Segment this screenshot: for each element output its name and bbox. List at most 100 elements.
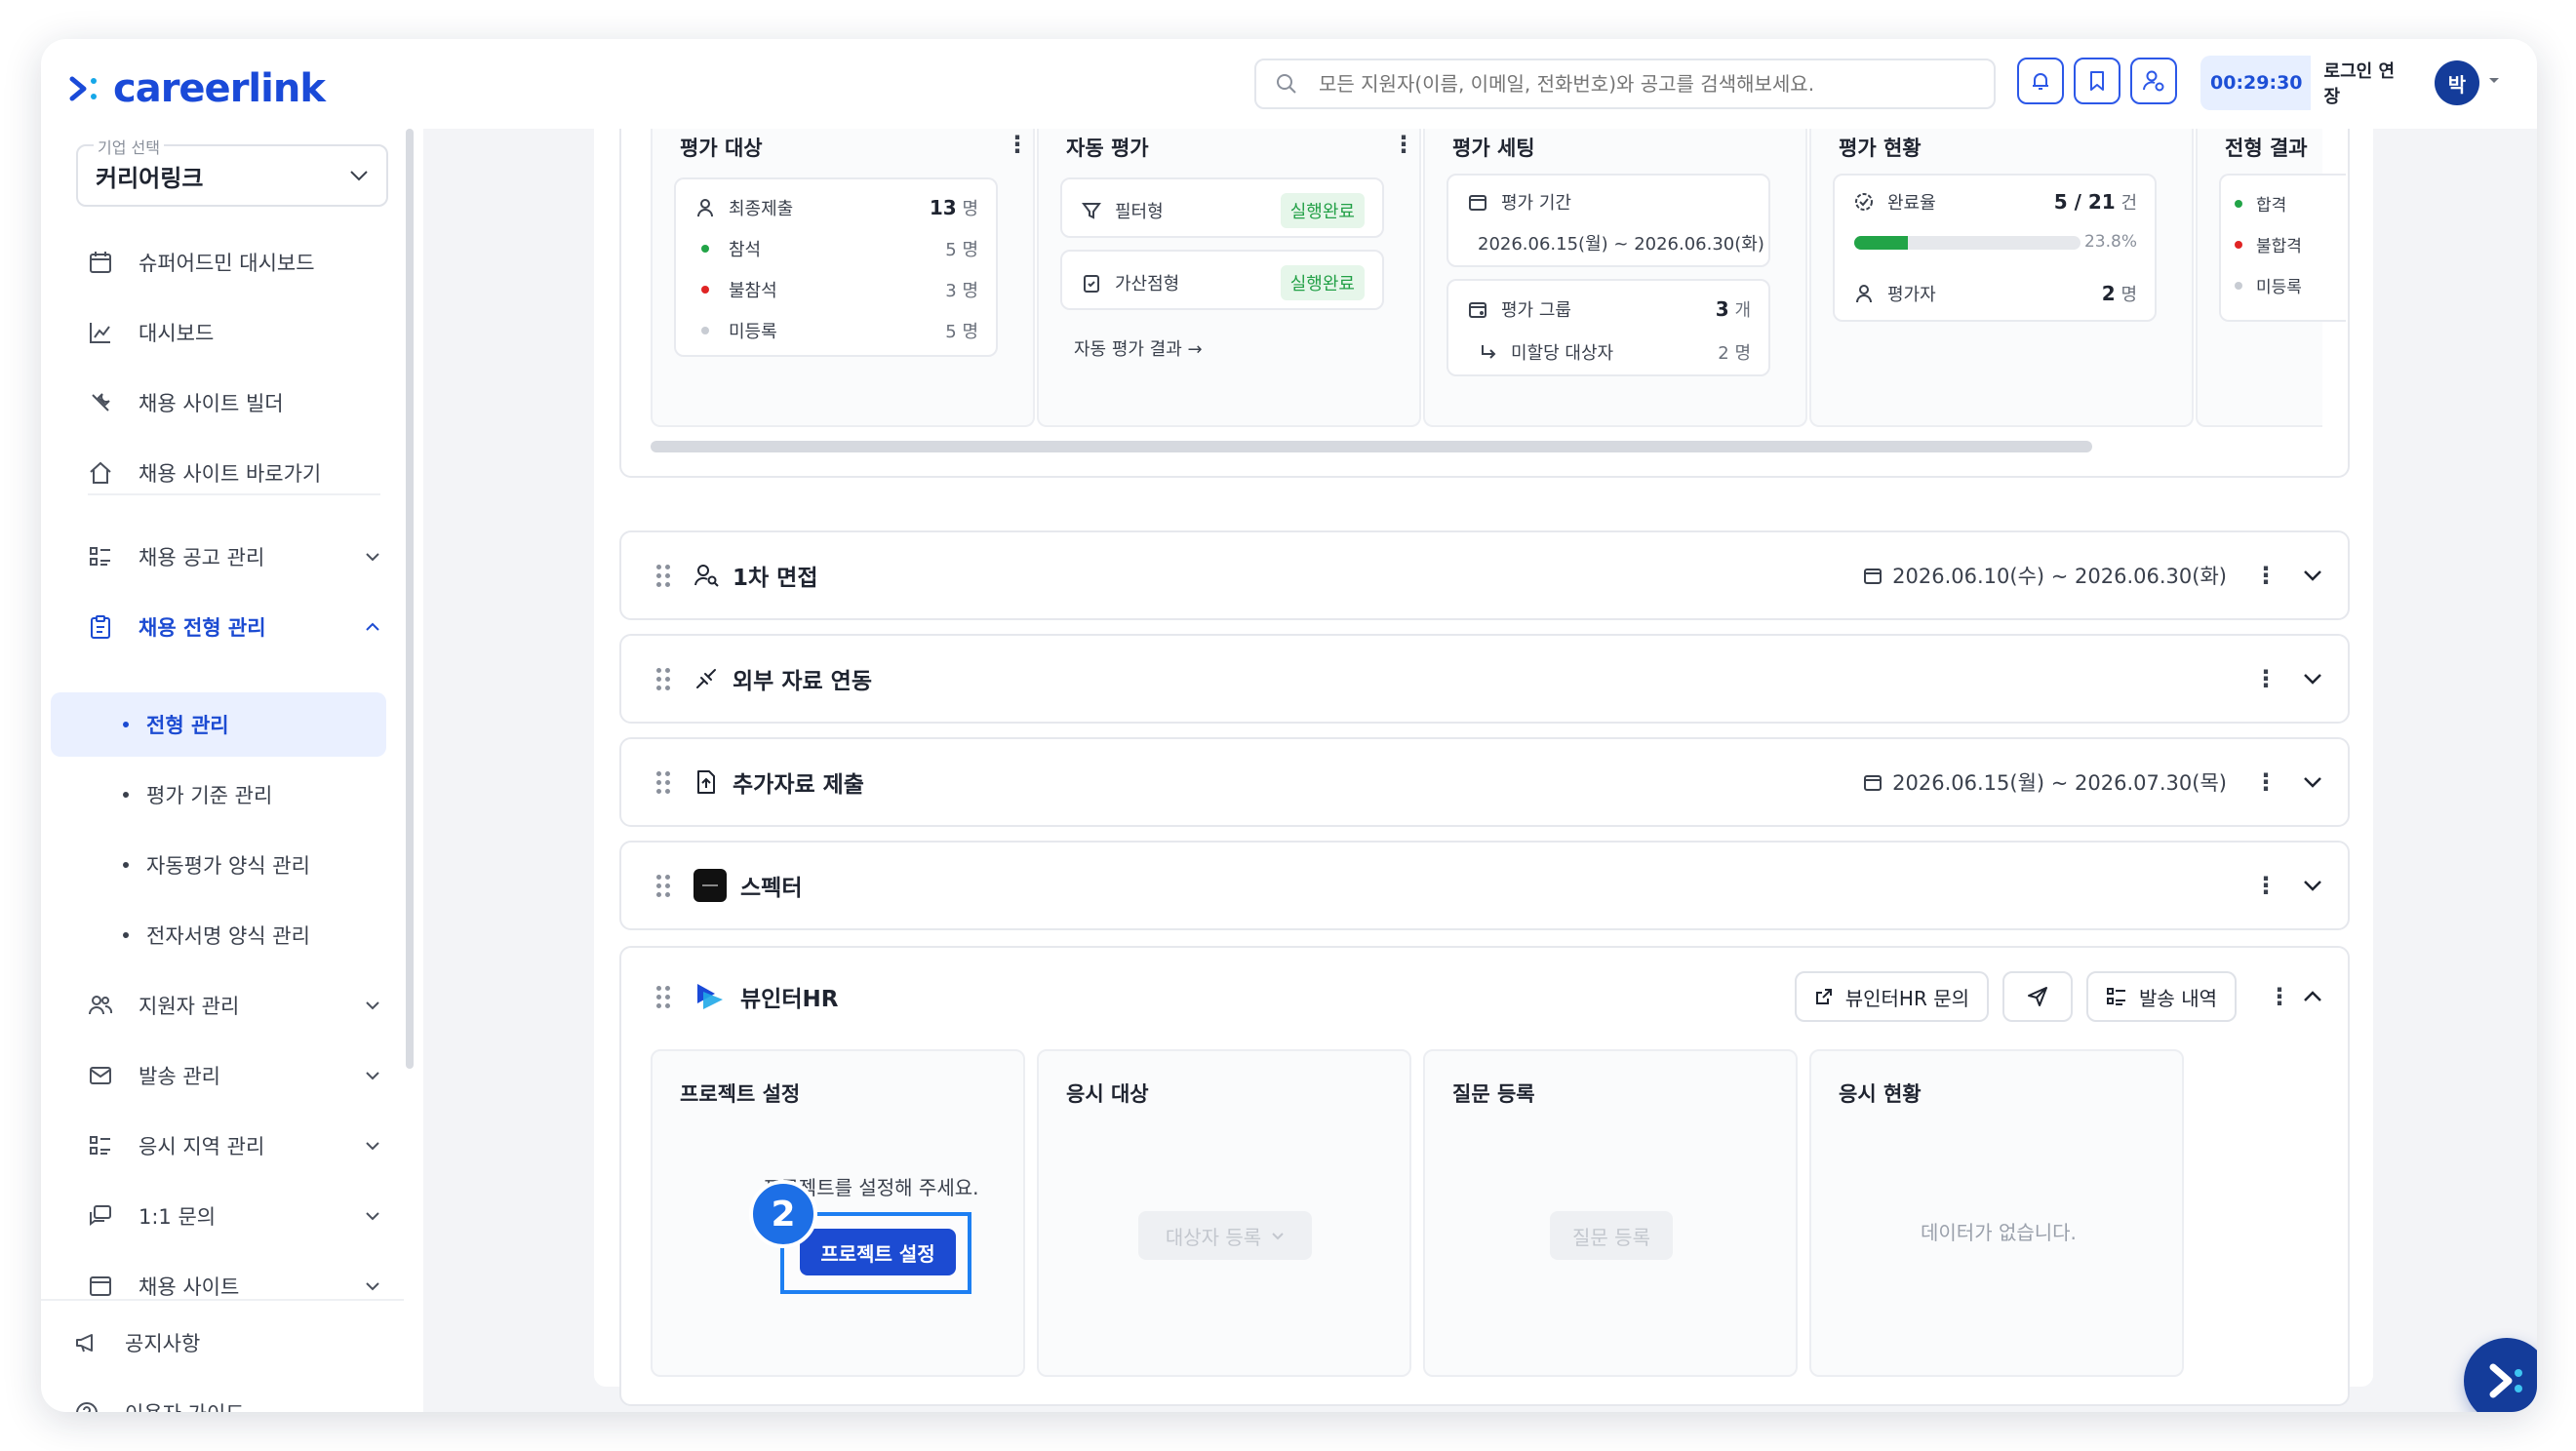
chevron-down-icon[interactable] [2303, 776, 2322, 788]
stat-value: 3 [945, 281, 957, 301]
more-icon[interactable]: ⋮ [1006, 131, 1029, 158]
status-badge: 실행완료 [1280, 265, 1365, 300]
more-icon[interactable]: ⋮ [1392, 131, 1415, 158]
horizontal-scrollbar[interactable] [651, 441, 2092, 452]
completion-progress-fill [1854, 236, 1909, 250]
section-date-text: 2026.06.15(월) ~ 2026.07.30(목) [1892, 771, 2227, 795]
sidebar-item-sending[interactable]: 발송 관리 [88, 1061, 380, 1090]
sub-arrow-icon [1482, 345, 1496, 359]
sidebar-subitem-criteria[interactable]: 평가 기준 관리 [123, 780, 272, 809]
user-settings-button[interactable] [2130, 58, 2177, 104]
stat-value: 5 [945, 322, 957, 342]
sidebar-item-dashboard[interactable]: 대시보드 [88, 318, 380, 347]
chatbot-fab[interactable] [2464, 1338, 2537, 1412]
sidebar-item-notice[interactable]: 공지사항 [74, 1328, 367, 1357]
eval-setting-column: 평가 세팅 평가 기간 2026.06.15(월) ~ 2026.06.30(화… [1423, 129, 1807, 427]
drag-handle-icon[interactable] [656, 564, 670, 587]
sidebar-item-guide[interactable]: 이용자 가이드 [74, 1398, 367, 1412]
session-timer: 00:29:30 로그인 연장 [2200, 48, 2423, 118]
sidebar-item-job-posts[interactable]: 채용 공고 관리 [88, 542, 380, 571]
sidebar-item-superadmin-dashboard[interactable]: 슈퍼어드민 대시보드 [88, 248, 380, 277]
sidebar-item-applicants[interactable]: 지원자 관리 [88, 991, 380, 1020]
caret-down-icon[interactable] [2487, 76, 2501, 86]
section-external-data[interactable]: 외부 자료 연동 ⋮ [619, 634, 2350, 724]
calendar-icon [1469, 195, 1486, 211]
more-icon[interactable]: ⋮ [2254, 665, 2278, 692]
sidebar-scrollbar[interactable] [406, 129, 414, 1069]
sidebar-item-exam-region[interactable]: 응시 지역 관리 [88, 1131, 380, 1160]
group-row: 평가 그룹 3 개 [1468, 296, 1751, 322]
drag-handle-icon[interactable] [656, 874, 670, 897]
search-input[interactable] [1319, 72, 1943, 96]
chevron-down-icon[interactable] [2303, 880, 2322, 891]
sidebar-subitem-esign-form[interactable]: 전자서명 양식 관리 [123, 921, 310, 950]
stat-unit: 명 [962, 322, 978, 342]
drag-handle-icon[interactable] [656, 985, 670, 1008]
chevron-down-icon[interactable] [2303, 673, 2322, 685]
exam-target-column: 응시 대상 대상자 등록 [1037, 1049, 1411, 1377]
sidebar-subitem-label: 평가 기준 관리 [146, 784, 273, 807]
stat-label: 참석 [729, 240, 762, 260]
chevron-up-icon[interactable] [2303, 991, 2322, 1002]
sidebar-subitem-process[interactable]: 전형 관리 [123, 710, 229, 739]
sidebar-item-label: 슈퍼어드민 대시보드 [139, 252, 315, 275]
avatar[interactable]: 박 [2435, 60, 2479, 105]
send-history-button[interactable]: 발송 내역 [2086, 971, 2237, 1022]
send-button[interactable] [2002, 971, 2074, 1022]
list-icon [90, 1136, 110, 1155]
drag-handle-icon[interactable] [656, 667, 670, 690]
stat-row: 불참석 3 명 [695, 277, 978, 302]
more-icon[interactable]: ⋮ [2254, 562, 2278, 589]
notification-button[interactable] [2017, 58, 2064, 104]
window-icon [90, 1276, 111, 1296]
chevron-down-icon[interactable] [2303, 569, 2322, 581]
bookmark-button[interactable] [2074, 58, 2120, 104]
sidebar-item-site-shortcut[interactable]: 채용 사이트 바로가기 [88, 458, 380, 488]
auto-eval-result-link[interactable]: 자동 평가 결과 → [1074, 335, 1203, 361]
logo[interactable]: careerlink [68, 66, 326, 111]
sidebar: 기업 선택 커리어링크 슈퍼어드민 대시보드 대시보드 채용 사이트 빌더 채용… [41, 129, 423, 1412]
register-target-button[interactable]: 대상자 등록 [1138, 1211, 1312, 1260]
sidebar-item-label: 채용 공고 관리 [139, 546, 265, 569]
sidebar-item-label: 대시보드 [139, 322, 215, 345]
sidebar-item-recruit-process[interactable]: 채용 전형 관리 [88, 612, 380, 642]
sidebar-item-recruit-site[interactable]: 채용 사이트 [88, 1272, 380, 1301]
extend-login-button[interactable]: 로그인 연장 [2310, 48, 2423, 118]
sidebar-item-inquiry[interactable]: 1:1 문의 [88, 1201, 380, 1231]
column-title: 응시 현황 [1839, 1082, 1922, 1106]
completion-unit: 건 [2120, 193, 2137, 214]
project-setting-button[interactable]: 프로젝트 설정 [800, 1229, 956, 1275]
section-specter[interactable]: 스펙터 ⋮ [619, 841, 2350, 930]
register-question-button[interactable]: 질문 등록 [1550, 1211, 1673, 1260]
more-icon[interactable]: ⋮ [2254, 768, 2278, 796]
stat-value: 13 [929, 196, 957, 219]
more-icon[interactable]: ⋮ [2254, 872, 2278, 899]
auto-eval-column: 자동 평가 ⋮ 필터형 실행완료 가산점형 실행완료 자동 평가 결과 → [1037, 129, 1421, 427]
global-search[interactable] [1254, 59, 1996, 109]
drag-handle-icon[interactable] [656, 770, 670, 794]
completion-label: 완료율 [1887, 193, 1936, 214]
viewinter-inquiry-label: 뷰인터HR 문의 [1844, 986, 1970, 1010]
section-interview-1[interactable]: 1차 면접 2026.06.10(수) ~ 2026.06.30(화) ⋮ [619, 530, 2350, 620]
sidebar-subitem-label: 전형 관리 [146, 714, 229, 737]
more-icon[interactable]: ⋮ [2268, 983, 2291, 1010]
section-additional-docs[interactable]: 추가자료 제출 2026.06.15(월) ~ 2026.07.30(목) ⋮ [619, 737, 2350, 827]
calendar-group-icon [1469, 302, 1486, 318]
viewinter-inquiry-button[interactable]: 뷰인터HR 문의 [1794, 971, 1990, 1022]
sidebar-item-label: 채용 사이트 바로가기 [139, 462, 322, 486]
viewinter-logo-icon [697, 984, 723, 1009]
session-time: 00:29:30 [2210, 72, 2303, 94]
person-icon [697, 199, 713, 217]
sidebar-subitem-auto-form[interactable]: 자동평가 양식 관리 [123, 850, 310, 880]
stat-label: 불참석 [729, 281, 777, 301]
auto-eval-bonus[interactable]: 가산점형 실행완료 [1060, 250, 1384, 310]
sidebar-subitem-label: 전자서명 양식 관리 [146, 924, 310, 948]
column-title: 응시 대상 [1066, 1082, 1149, 1106]
chevron-down-icon [1272, 1232, 1284, 1239]
unassigned-value: 2 [1718, 343, 1729, 364]
register-question-label: 질문 등록 [1572, 1225, 1650, 1249]
auto-eval-filter[interactable]: 필터형 실행완료 [1060, 177, 1384, 238]
sidebar-item-site-builder[interactable]: 채용 사이트 빌더 [88, 388, 380, 417]
period-value: 2026.06.15(월) ~ 2026.06.30(화) [1478, 234, 1764, 255]
progress-circle-icon [1855, 193, 1873, 211]
